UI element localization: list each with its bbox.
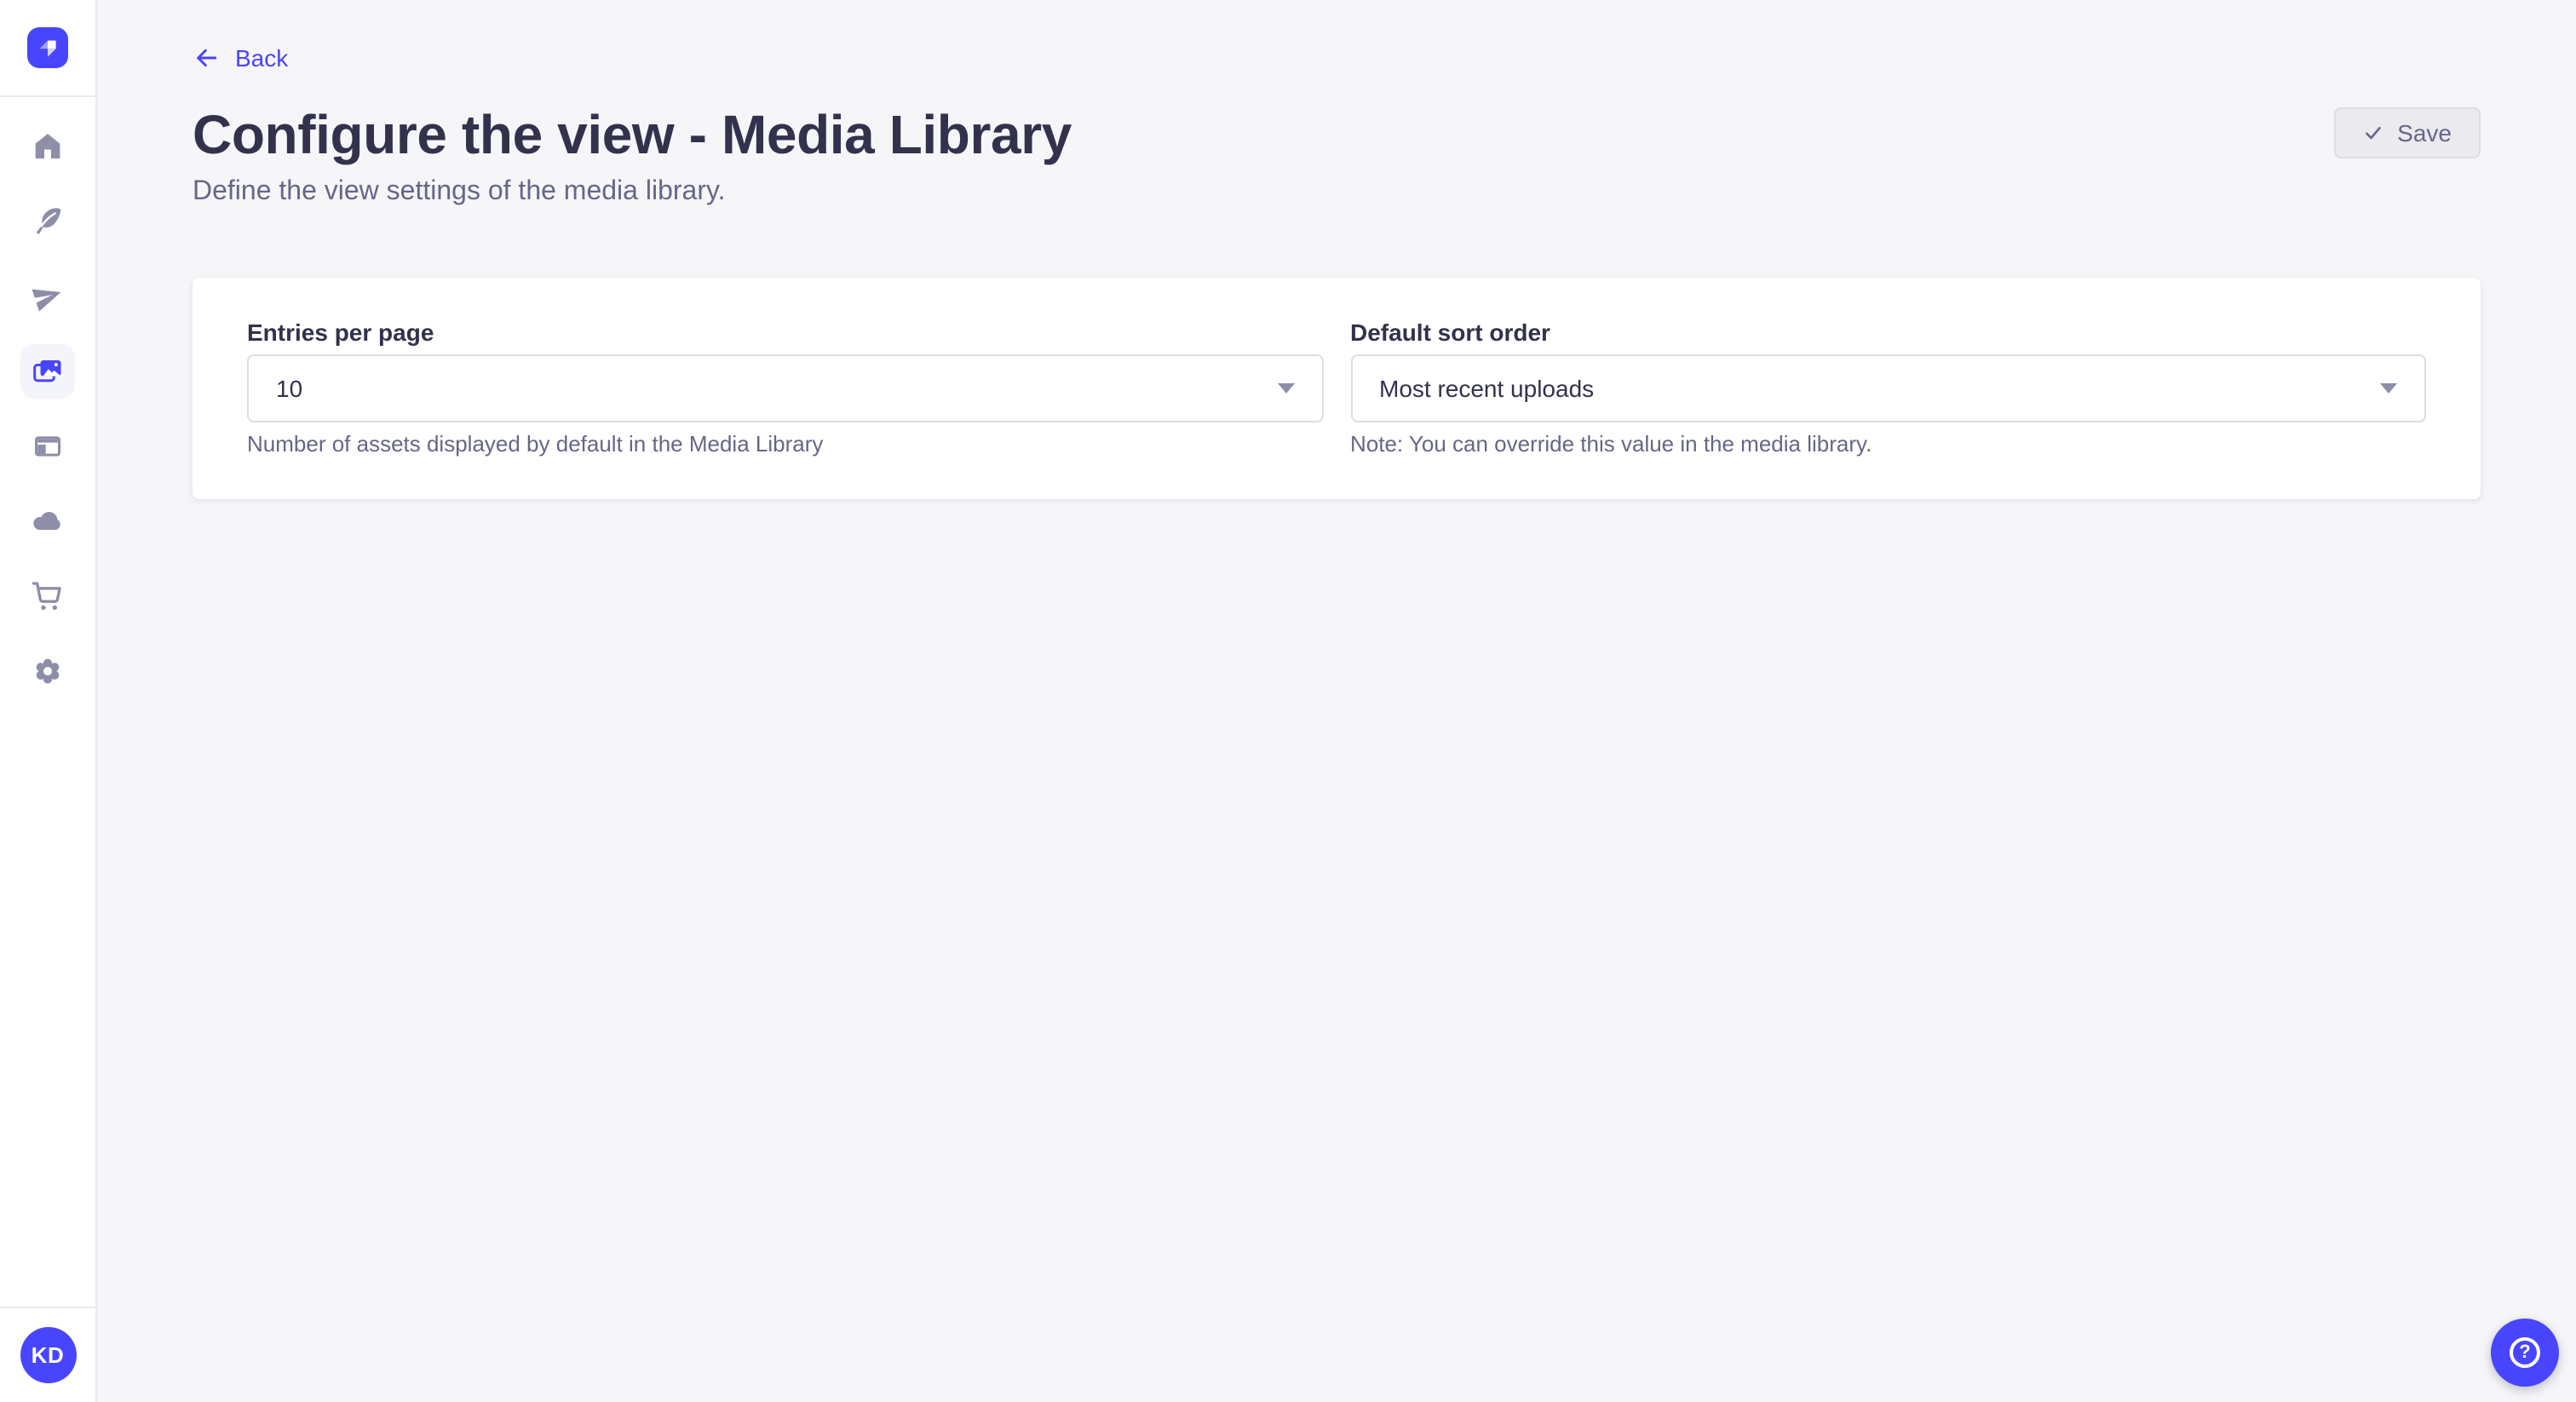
back-link[interactable]: Back xyxy=(193,44,288,72)
check-icon xyxy=(2363,123,2383,143)
question-icon: ? xyxy=(2510,1337,2540,1368)
sidebar-nav xyxy=(0,97,95,709)
page-title: Configure the view - Media Library xyxy=(193,101,1072,169)
entries-per-page-select[interactable]: 10 xyxy=(247,354,1323,422)
sidebar-item-content-manager[interactable] xyxy=(10,184,85,259)
back-label: Back xyxy=(235,44,288,72)
avatar[interactable]: KD xyxy=(20,1327,76,1383)
avatar-initials: KD xyxy=(32,1342,65,1368)
sidebar-item-marketplace[interactable] xyxy=(10,559,85,634)
chevron-down-icon xyxy=(2380,383,2397,394)
sidebar-footer: KD xyxy=(0,1307,95,1402)
sidebar-item-cloud[interactable] xyxy=(10,484,85,559)
default-sort-order-select[interactable]: Most recent uploads xyxy=(1350,354,2426,422)
layout-icon xyxy=(31,429,65,463)
header-row: Configure the view - Media Library Defin… xyxy=(193,101,2481,208)
app-root: KD Back Configure the view - Media Libra… xyxy=(0,0,2576,1402)
sidebar-item-releases[interactable] xyxy=(10,259,85,334)
strapi-logo[interactable] xyxy=(27,27,68,68)
arrow-left-icon xyxy=(193,44,220,72)
strapi-logo-icon xyxy=(27,27,68,68)
home-icon xyxy=(31,129,65,164)
entries-per-page-value: 10 xyxy=(276,375,302,402)
sidebar-item-home[interactable] xyxy=(10,109,85,184)
field-default-sort-order: Default sort order Most recent uploads N… xyxy=(1350,319,2426,458)
entries-per-page-hint: Number of assets displayed by default in… xyxy=(247,431,1323,458)
logo-cell xyxy=(0,0,95,97)
sidebar: KD xyxy=(0,0,97,1402)
sidebar-item-media-library[interactable] xyxy=(10,334,85,409)
sidebar-item-content-type-builder[interactable] xyxy=(10,409,85,484)
gear-icon xyxy=(31,654,65,688)
cart-icon xyxy=(31,579,65,613)
field-entries-per-page: Entries per page 10 Number of assets dis… xyxy=(247,319,1323,458)
feather-icon xyxy=(31,204,65,238)
help-button[interactable]: ? xyxy=(2491,1319,2559,1387)
settings-card: Entries per page 10 Number of assets dis… xyxy=(193,278,2481,499)
cloud-icon xyxy=(31,504,65,538)
images-icon xyxy=(31,354,65,388)
paper-plane-icon xyxy=(31,279,65,313)
default-sort-order-label: Default sort order xyxy=(1350,319,2426,346)
entries-per-page-label: Entries per page xyxy=(247,319,1323,346)
title-block: Configure the view - Media Library Defin… xyxy=(193,101,1072,208)
default-sort-order-hint: Note: You can override this value in the… xyxy=(1350,431,2426,458)
save-button[interactable]: Save xyxy=(2334,107,2481,158)
save-label: Save xyxy=(2397,119,2452,147)
page-subtitle: Define the view settings of the media li… xyxy=(193,177,1072,208)
chevron-down-icon xyxy=(1277,383,1294,394)
sidebar-item-settings[interactable] xyxy=(10,634,85,709)
default-sort-order-value: Most recent uploads xyxy=(1379,375,1594,402)
main-content: Back Configure the view - Media Library … xyxy=(97,0,2576,1402)
